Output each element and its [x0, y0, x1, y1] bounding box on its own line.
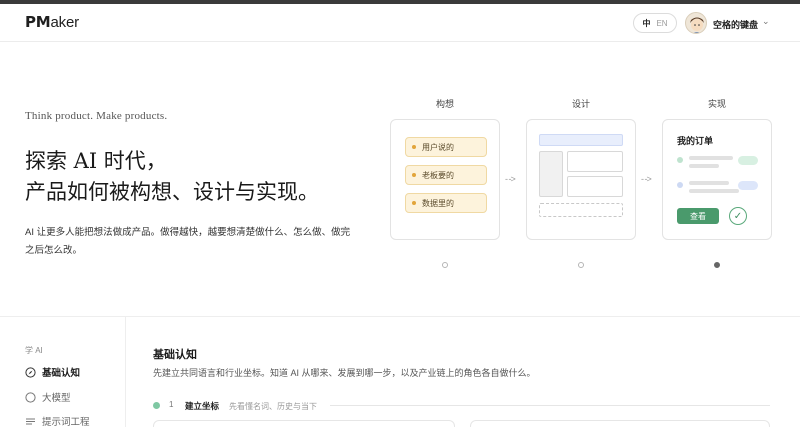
wireframe-header-block	[539, 134, 623, 146]
wireframe-placeholder-block	[539, 203, 623, 217]
page-headline: 探索 AI 时代， 产品如何被构想、设计与实现。	[25, 146, 319, 208]
sidebar-item-basics[interactable]: 基础认知	[25, 365, 80, 379]
view-order-button[interactable]: 查看	[677, 208, 719, 224]
chevron-down-icon[interactable]: ⌄	[762, 16, 770, 27]
idea-note-label: 用户说的	[422, 142, 454, 152]
arrow-right-icon: - ->	[505, 174, 516, 184]
sidebar-item-label: 基础认知	[42, 368, 81, 379]
stage-label-build: 实现	[707, 99, 726, 109]
lang-en[interactable]: EN	[656, 19, 667, 28]
sidebar-heading: 学 AI	[25, 346, 43, 355]
status-dot-icon	[677, 157, 683, 163]
status-pill	[738, 181, 758, 190]
headline-line-2: 产品如何被构想、设计与实现。	[25, 180, 319, 204]
placeholder-line	[689, 164, 719, 168]
avatar-illustration-icon	[690, 17, 704, 33]
section-description: 先建立共同语言和行业坐标。知道 AI 从哪来、发展到哪一步，以及产业链上的角色各…	[153, 368, 536, 378]
sidebar-item-label: 大模型	[42, 393, 71, 404]
content-card[interactable]	[470, 420, 770, 427]
compass-icon	[25, 366, 36, 378]
idea-note: 老板要的	[405, 165, 487, 185]
tagline: Think product. Make products.	[25, 110, 168, 122]
order-title: 我的订单	[677, 136, 714, 146]
headline-line-1: 探索 AI 时代，	[25, 149, 167, 173]
idea-note: 用户说的	[405, 137, 487, 157]
logo-bold: PM	[25, 13, 51, 31]
carousel-dot[interactable]	[442, 262, 448, 268]
section-divider	[0, 316, 800, 317]
step-divider	[330, 405, 770, 406]
stage-card-build: 我的订单 查看 ✓	[662, 119, 772, 240]
arrow-right-icon: - ->	[641, 174, 652, 184]
circle-icon	[25, 391, 36, 403]
logo[interactable]: PMaker	[25, 13, 79, 31]
placeholder-line	[689, 189, 739, 193]
step-number: 1	[169, 400, 174, 409]
user-name[interactable]: 空格的键盘	[713, 18, 758, 31]
stage-label-ideate: 构想	[435, 99, 454, 109]
bullet-icon	[412, 145, 416, 149]
step-title: 建立坐标	[185, 401, 220, 411]
wireframe-sidebar-block	[539, 151, 563, 197]
status-dot-icon	[677, 182, 683, 188]
content-card[interactable]	[153, 420, 455, 427]
list-icon	[25, 416, 36, 427]
sidebar-divider	[125, 317, 126, 427]
lang-zh[interactable]: 中	[642, 18, 650, 29]
step-indicator-icon	[153, 402, 160, 409]
hero-description: AI 让更多人能把想法做成产品。做得越快，越要想清楚做什么、怎么做、做完之后怎么…	[25, 227, 351, 256]
logo-rest: aker	[50, 14, 80, 31]
wireframe-content-block	[567, 176, 623, 197]
idea-note-label: 数据里的	[422, 198, 454, 208]
carousel-dot[interactable]	[578, 262, 584, 268]
language-toggle[interactable]: 中 EN	[633, 13, 677, 33]
check-icon: ✓	[729, 207, 747, 225]
wireframe-content-block	[567, 151, 623, 172]
stage-card-ideate: 用户说的 老板要的 数据里的	[390, 119, 500, 240]
sidebar-item-label: 提示词工程	[42, 417, 90, 427]
carousel-dot-active[interactable]	[714, 262, 720, 268]
sidebar-item-llm[interactable]: 大模型	[25, 390, 71, 404]
bullet-icon	[412, 201, 416, 205]
stage-label-design: 设计	[571, 99, 590, 109]
header: PMaker 中 EN 空格的键盘 ⌄	[0, 4, 800, 42]
avatar[interactable]	[685, 12, 707, 34]
sidebar-item-prompt[interactable]: 提示词工程	[25, 414, 90, 427]
status-pill	[738, 156, 758, 165]
placeholder-line	[689, 156, 733, 160]
section-title: 基础认知	[153, 349, 197, 361]
idea-note-label: 老板要的	[422, 170, 454, 180]
bullet-icon	[412, 173, 416, 177]
placeholder-line	[689, 181, 729, 185]
stage-card-design	[526, 119, 636, 240]
idea-note: 数据里的	[405, 193, 487, 213]
step-subtitle: 先看懂名词、历史与当下	[229, 402, 317, 411]
